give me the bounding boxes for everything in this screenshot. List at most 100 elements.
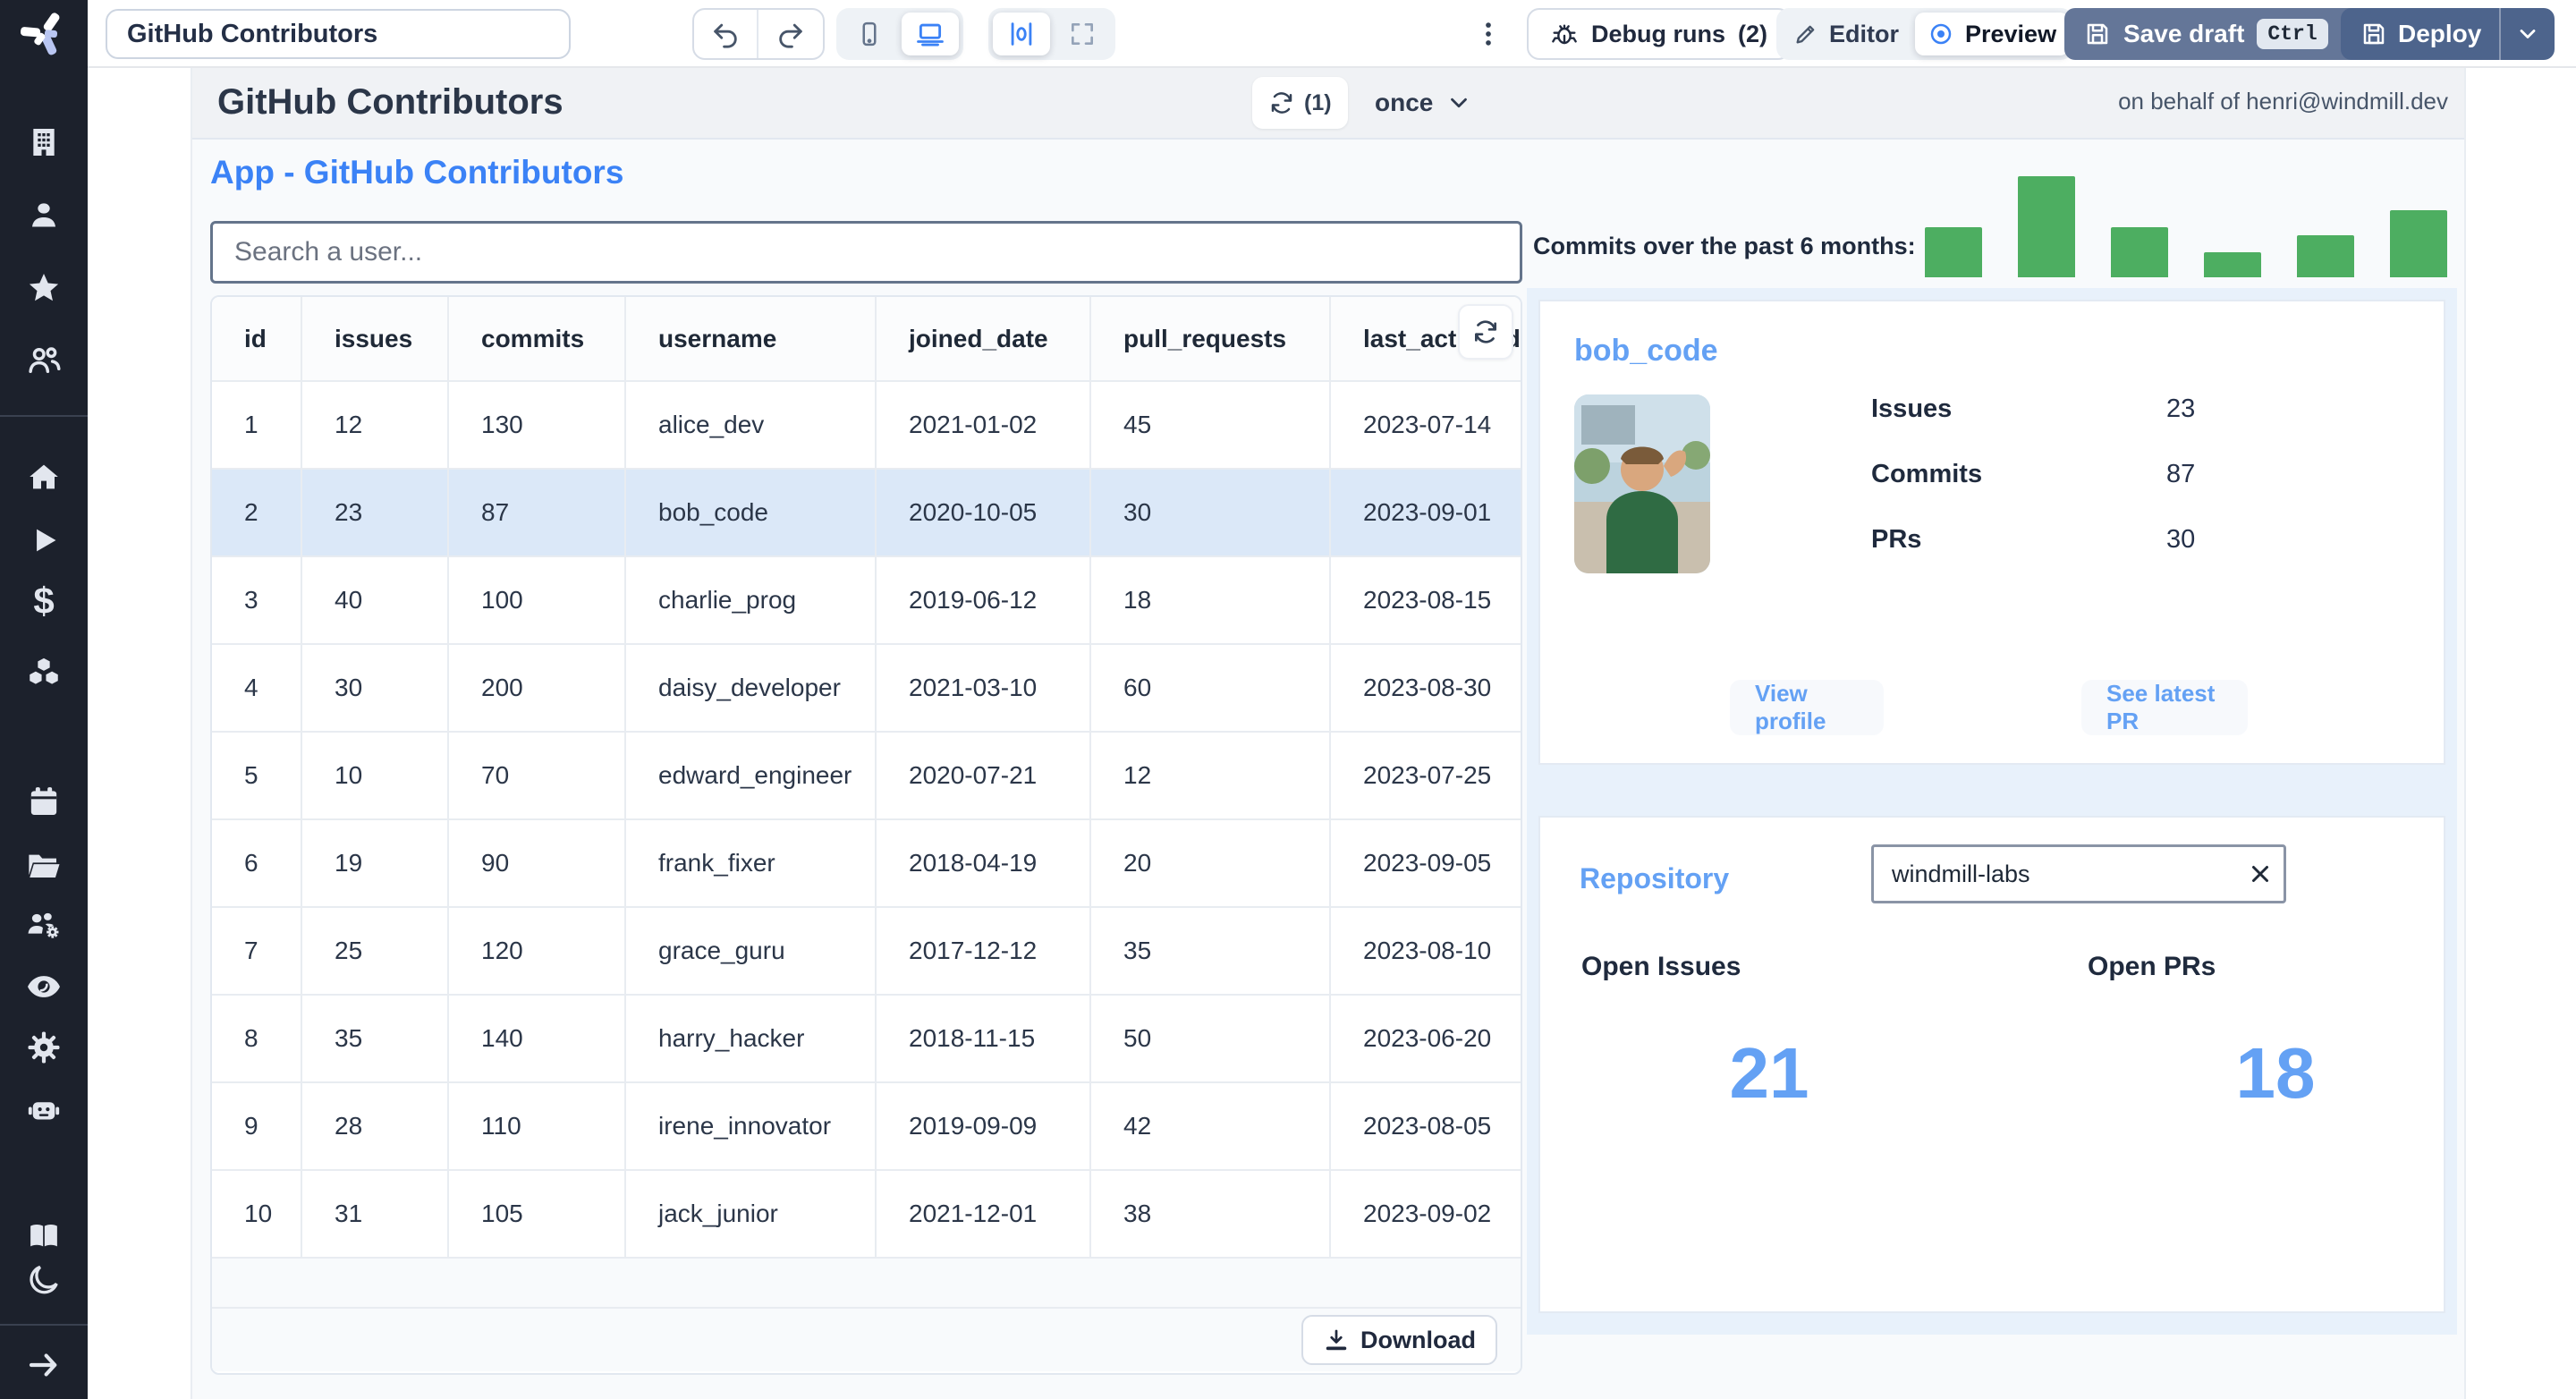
table-cell: 2 [212, 469, 302, 557]
redo-button[interactable] [758, 10, 823, 58]
schedule-dropdown[interactable]: once [1375, 77, 1472, 129]
table-cell: 10 [301, 732, 449, 820]
stat-row: Issues 23 [1871, 394, 2372, 424]
table-cell: 50 [1090, 995, 1331, 1083]
users-icon[interactable] [25, 342, 63, 379]
table-row[interactable]: 1 12 130 alice_dev 2021-01-02 45 2023-07-14 [212, 381, 1521, 470]
app-header-band: GitHub Contributors (1) once on behalf o… [192, 68, 2464, 140]
sidebar-divider [0, 1324, 88, 1326]
chart-bar [2111, 227, 2168, 277]
table-cell: daisy_developer [625, 644, 877, 733]
table-cell: 35 [1090, 907, 1331, 996]
table-row[interactable]: 6 19 90 frank_fixer 2018-04-19 20 2023-09-05 [212, 819, 1521, 908]
eye-icon[interactable] [24, 967, 64, 1006]
table-cell: 8 [212, 995, 302, 1083]
users-gear-icon[interactable] [25, 906, 63, 944]
table-cell: 10 [212, 1170, 302, 1259]
cubes-icon[interactable] [25, 654, 63, 691]
table-cell: 2023-09-01 [1330, 469, 1521, 557]
debug-runs-button[interactable]: Debug runs (2) [1527, 8, 1792, 60]
table-cell: 9 [212, 1082, 302, 1171]
column-header[interactable]: username [625, 297, 877, 382]
dollar-icon[interactable]: $ [33, 582, 54, 620]
open-issues-stat: Open Issues 21 [1581, 952, 1957, 1115]
kebab-menu-icon[interactable] [1470, 13, 1506, 55]
table-cell: alice_dev [625, 381, 877, 470]
right-panel: bob_code Issues 23 Commits 87 PRs 30 Vie… [1527, 288, 2457, 1335]
search-input[interactable] [210, 221, 1522, 284]
undo-button[interactable] [694, 10, 758, 58]
download-label: Download [1360, 1326, 1476, 1353]
desktop-view-button[interactable] [902, 13, 959, 55]
table-cell: irene_innovator [625, 1082, 877, 1171]
column-header[interactable]: commits [448, 297, 626, 382]
column-header[interactable]: id [212, 297, 302, 382]
table-row[interactable]: 5 10 70 edward_engineer 2020-07-21 12 2023-07-… [212, 732, 1521, 820]
chart-bar [2018, 176, 2075, 277]
table-cell: 1 [212, 381, 302, 470]
download-button[interactable]: Download [1301, 1315, 1497, 1365]
editor-preview-toggle: Editor Preview [1776, 8, 2074, 60]
contributors-table-body: 1 12 130 alice_dev 2021-01-02 45 2023-07-14 2 23… [212, 381, 1521, 1259]
column-header[interactable]: issues [301, 297, 449, 382]
table-cell: 40 [301, 556, 449, 645]
open-issues-label: Open Issues [1581, 952, 1741, 981]
gear-icon[interactable] [25, 1029, 63, 1066]
building-icon[interactable] [26, 124, 62, 160]
mobile-view-button[interactable] [841, 13, 898, 55]
open-prs-stat: Open PRs 18 [2088, 952, 2463, 1115]
table-cell: bob_code [625, 469, 877, 557]
commits-bar-chart [1925, 176, 2447, 277]
table-cell: 2021-01-02 [876, 381, 1091, 470]
see-latest-pr-button[interactable]: See latest PR [2081, 680, 2248, 735]
table-row[interactable]: 3 40 100 charlie_prog 2019-06-12 18 2023-08-15 [212, 556, 1521, 645]
table-cell: 42 [1090, 1082, 1331, 1171]
debug-runs-label: Debug runs [1591, 20, 1726, 47]
column-header[interactable]: pull_requests [1090, 297, 1331, 382]
user-icon[interactable] [26, 198, 62, 233]
table-row[interactable]: 8 35 140 harry_hacker 2018-11-15 50 2023-06-20 [212, 995, 1521, 1083]
app-title-input[interactable] [106, 9, 571, 59]
repository-heading: Repository [1580, 862, 1730, 895]
table-refresh-button[interactable] [1458, 304, 1513, 360]
table-cell: 87 [448, 469, 626, 557]
home-icon[interactable] [26, 459, 62, 495]
star-icon[interactable] [25, 270, 63, 308]
column-header[interactable]: joined_date [876, 297, 1091, 382]
table-cell: 25 [301, 907, 449, 996]
bounded-width-button[interactable] [993, 13, 1050, 55]
arrow-right-icon[interactable] [25, 1346, 63, 1384]
open-prs-value: 18 [2235, 1033, 2316, 1113]
table-cell: harry_hacker [625, 995, 877, 1083]
windmill-logo[interactable] [19, 7, 69, 57]
table-empty-area [212, 1259, 1521, 1309]
table-cell: charlie_prog [625, 556, 877, 645]
table-row[interactable]: 9 28 110 irene_innovator 2019-09-09 42 2023-08… [212, 1082, 1521, 1171]
app-refresh-button[interactable]: (1) [1252, 77, 1348, 129]
editor-tab[interactable]: Editor [1781, 13, 1911, 55]
stat-label: PRs [1871, 525, 1922, 554]
open-prs-label: Open PRs [2088, 952, 2216, 981]
repository-input[interactable] [1871, 844, 2286, 903]
view-profile-button[interactable]: View profile [1730, 680, 1884, 735]
deploy-dropdown-button[interactable] [2499, 8, 2555, 60]
calendar-icon[interactable] [26, 784, 62, 819]
table-row[interactable]: 10 31 105 jack_junior 2021-12-01 38 2023-09-02 [212, 1170, 1521, 1259]
moon-icon[interactable] [26, 1262, 62, 1298]
folder-icon[interactable] [25, 846, 63, 884]
play-icon[interactable] [27, 523, 61, 557]
table-row[interactable]: 4 30 200 daisy_developer 2021-03-10 60 2023-08… [212, 644, 1521, 733]
refresh-icon [1268, 89, 1295, 116]
stat-value: 87 [2166, 460, 2196, 488]
pencil-icon [1793, 21, 1818, 47]
table-cell: jack_junior [625, 1170, 877, 1259]
full-width-button[interactable] [1054, 13, 1111, 55]
books-icon[interactable] [25, 1217, 63, 1255]
clear-input-icon[interactable] [2245, 859, 2275, 889]
table-row[interactable]: 2 23 87 bob_code 2020-10-05 30 2023-09-01 [212, 469, 1521, 557]
preview-tab[interactable]: Preview [1915, 13, 2070, 55]
robot-icon[interactable] [25, 1091, 63, 1129]
avatar-image [1574, 394, 1710, 573]
deploy-button[interactable]: Deploy [2341, 8, 2555, 60]
table-row[interactable]: 7 25 120 grace_guru 2017-12-12 35 2023-08-10 [212, 907, 1521, 996]
